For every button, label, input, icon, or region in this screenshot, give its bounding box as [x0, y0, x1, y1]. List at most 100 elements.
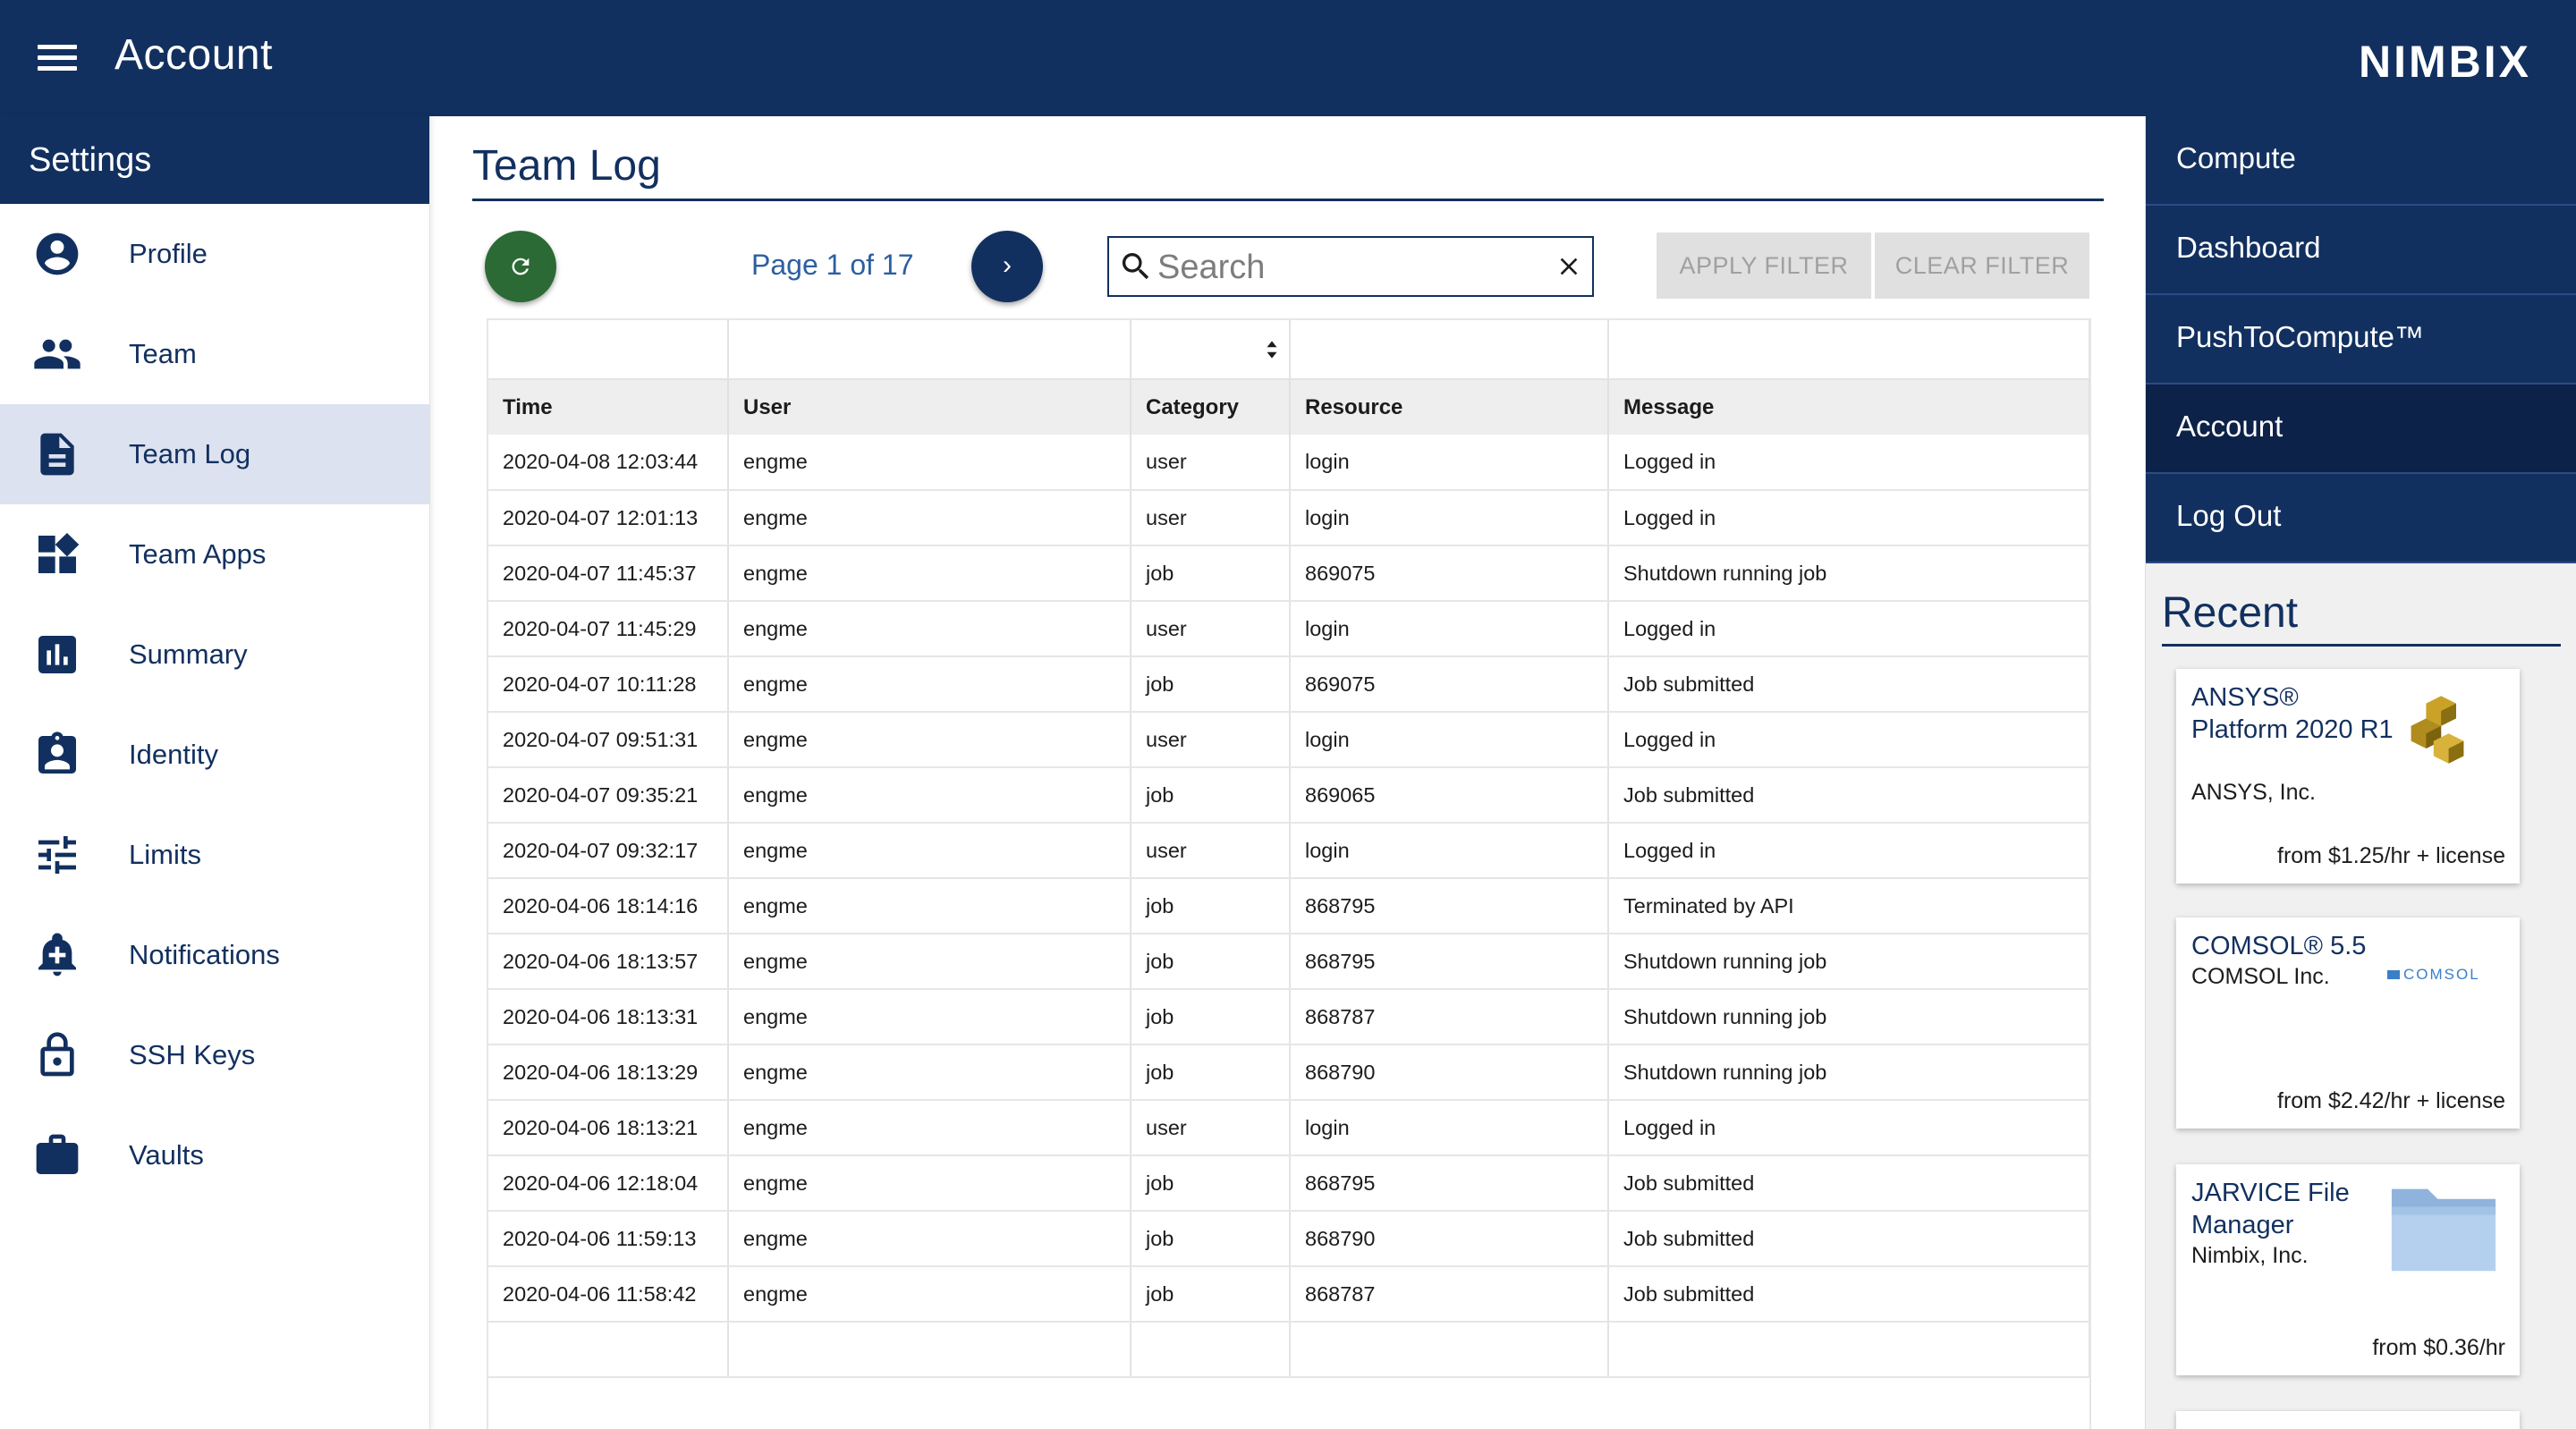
message-cell: Shutdown running job	[1608, 545, 2089, 602]
sidebar-item-label: Identity	[129, 739, 218, 770]
next-page-button[interactable]: ›	[971, 231, 1043, 302]
sidebar-item-ssh-keys[interactable]: SSH Keys	[0, 1005, 429, 1105]
page-indicator: Page 1 of 17	[751, 249, 914, 281]
user-filter-input[interactable]	[728, 320, 1131, 380]
user-cell: engme	[728, 1100, 1131, 1156]
recent-app-card[interactable]: COMSOL® 5.5 COMSOL Inc. COMSOL from $2.4…	[2176, 917, 2520, 1129]
resource-cell: 868787	[1290, 1266, 1609, 1323]
sidebar-item-label: SSH Keys	[129, 1039, 256, 1070]
user-cell: engme	[728, 1266, 1131, 1323]
sidebar-item-identity[interactable]: Identity	[0, 705, 429, 805]
ansys-cubes-icon	[2411, 696, 2464, 764]
column-header-category[interactable]: Category	[1131, 379, 1291, 435]
recent-title: Recent	[2162, 589, 2299, 637]
table-row[interactable]: 2020-04-07 12:01:13 engme user login Logged …	[488, 490, 2089, 546]
message-cell: Shutdown running job	[1608, 1044, 2089, 1101]
sidebar-item-team-apps[interactable]: Team Apps	[0, 504, 429, 605]
table-row[interactable]: 2020-04-06 18:14:16 engme job 868795 Termina…	[488, 878, 2089, 934]
nav-dashboard[interactable]: Dashboard	[2146, 206, 2576, 295]
user-cell: engme	[728, 989, 1131, 1045]
time-cell: 2020-04-07 11:45:37	[488, 545, 729, 602]
nav-compute[interactable]: Compute	[2146, 116, 2576, 206]
nav-account[interactable]: Account	[2146, 385, 2576, 474]
sidebar-item-team-log[interactable]: Team Log	[0, 404, 429, 504]
message-cell: Logged in	[1608, 823, 2089, 879]
resource-cell: login	[1290, 601, 1609, 657]
category-cell: user	[1131, 601, 1291, 657]
nav-pushtocompute[interactable]: PushToCompute™	[2146, 295, 2576, 385]
resource-filter-input[interactable]	[1290, 320, 1609, 380]
resource-cell: login	[1290, 823, 1609, 879]
recent-app-card[interactable]: ANSYS® Platform 2020 R1 ANSYS, Inc. from…	[2176, 669, 2520, 884]
time-filter-input[interactable]	[488, 320, 729, 380]
sidebar-item-summary[interactable]: Summary	[0, 605, 429, 705]
column-header-time[interactable]: Time	[488, 379, 729, 435]
message-cell: Logged in	[1608, 712, 2089, 768]
table-row[interactable]: 2020-04-07 09:32:17 engme user login Logged …	[488, 823, 2089, 879]
table-row[interactable]: 2020-04-06 11:58:42 engme job 868787 Job sub…	[488, 1266, 2089, 1323]
nav-log-out[interactable]: Log Out	[2146, 474, 2576, 563]
hamburger-menu-icon[interactable]	[38, 45, 77, 72]
category-cell: job	[1131, 934, 1291, 990]
table-row[interactable]: 2020-04-07 10:11:28 engme job 869075 Job sub…	[488, 656, 2089, 713]
app-price: from $0.36/hr	[2372, 1335, 2505, 1360]
table-row[interactable]: 2020-04-07 11:45:37 engme job 869075 Shutdow…	[488, 545, 2089, 602]
recent-app-card-partial[interactable]	[2176, 1411, 2520, 1429]
table-row[interactable]: 2020-04-06 11:59:13 engme job 868790 Job sub…	[488, 1211, 2089, 1267]
main-content: Team Log Page 1 of 17 › APPLY FILTER CLE…	[431, 116, 2145, 1429]
table-row[interactable]: 2020-04-07 11:45:29 engme user login Logged …	[488, 601, 2089, 657]
sidebar-item-limits[interactable]: Limits	[0, 805, 429, 905]
user-cell: engme	[728, 767, 1131, 824]
sidebar-item-vaults[interactable]: Vaults	[0, 1105, 429, 1205]
category-cell: job	[1131, 989, 1291, 1045]
column-header-message[interactable]: Message	[1608, 379, 2089, 435]
time-cell: 2020-04-07 09:35:21	[488, 767, 729, 824]
category-filter-select[interactable]	[1131, 320, 1291, 380]
resource-cell: login	[1290, 1100, 1609, 1156]
brand-logo[interactable]: NIMBIX	[2359, 36, 2531, 88]
resource-cell: 869075	[1290, 545, 1609, 602]
user-cell: engme	[728, 601, 1131, 657]
resource-cell: login	[1290, 490, 1609, 546]
column-header-user[interactable]: User	[728, 379, 1131, 435]
app-price: from $2.42/hr + license	[2277, 1088, 2505, 1113]
column-header-resource[interactable]: Resource	[1290, 379, 1609, 435]
apply-filter-button[interactable]: APPLY FILTER	[1657, 233, 1871, 299]
table-row[interactable]: 2020-04-07 09:51:31 engme user login Logged …	[488, 712, 2089, 768]
sidebar-item-notifications[interactable]: Notifications	[0, 905, 429, 1005]
table-row[interactable]: 2020-04-06 18:13:29 engme job 868790 Shutdow…	[488, 1044, 2089, 1101]
resource-cell: 868795	[1290, 878, 1609, 934]
time-cell: 2020-04-08 12:03:44	[488, 435, 729, 491]
message-cell: Job submitted	[1608, 1266, 2089, 1323]
sort-arrows-icon	[1267, 341, 1277, 359]
user-cell: engme	[728, 1155, 1131, 1212]
search-input[interactable]	[1157, 245, 1533, 290]
refresh-button[interactable]	[485, 231, 556, 302]
message-filter-input[interactable]	[1608, 320, 2089, 380]
category-cell: job	[1131, 1155, 1291, 1212]
close-icon[interactable]	[1555, 252, 1583, 281]
table-row[interactable]: 2020-04-06 18:13:57 engme job 868795 Shutdow…	[488, 934, 2089, 990]
table-row[interactable]: 2020-04-07 09:35:21 engme job 869065 Job sub…	[488, 767, 2089, 824]
sidebar-item-profile[interactable]: Profile	[0, 204, 429, 304]
resource-cell: 868787	[1290, 989, 1609, 1045]
sidebar-item-label: Profile	[129, 238, 208, 269]
page-title: Team Log	[472, 142, 661, 190]
folder-icon	[2391, 1188, 2496, 1272]
search-icon	[1122, 253, 1149, 280]
recent-app-card[interactable]: JARVICE File Manager Nimbix, Inc. from $…	[2176, 1164, 2520, 1375]
clear-filter-button[interactable]: CLEAR FILTER	[1875, 233, 2089, 299]
account-circle-icon	[36, 233, 79, 275]
sidebar-item-team[interactable]: Team	[0, 304, 429, 404]
table-row[interactable]: 2020-04-06 18:13:21 engme user login Logged …	[488, 1100, 2089, 1156]
column-filter-row	[488, 320, 2089, 380]
table-row[interactable]: 2020-04-06 18:13:31 engme job 868787 Shutdow…	[488, 989, 2089, 1045]
table-row-partial[interactable]	[488, 1322, 2089, 1378]
badge-icon	[38, 731, 76, 774]
table-row[interactable]: 2020-04-08 12:03:44 engme user login Logged …	[488, 435, 2089, 491]
sidebar-item-label: Team Log	[129, 438, 251, 469]
bell-plus-icon	[38, 933, 76, 977]
table-row[interactable]: 2020-04-06 12:18:04 engme job 868795 Job sub…	[488, 1155, 2089, 1212]
app-title: ANSYS® Platform 2020 R1	[2191, 683, 2394, 744]
app-vendor: ANSYS, Inc.	[2191, 780, 2316, 805]
